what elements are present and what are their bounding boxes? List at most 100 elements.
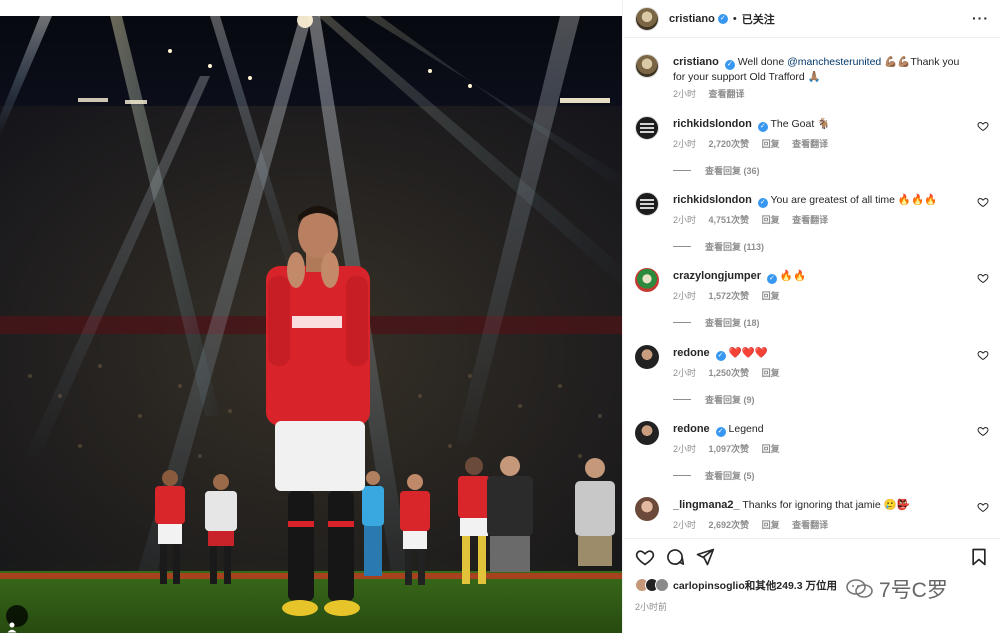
post-actions-bar: [623, 538, 1000, 572]
comment-text: Legend: [728, 423, 764, 435]
verified-badge-icon: ✓: [757, 122, 768, 132]
caption-avatar[interactable]: [635, 54, 659, 78]
heart-icon[interactable]: [977, 196, 989, 208]
comment-item: richkidslondon ✓ The Goat 🐐 2小时 2,720次赞 …: [635, 116, 989, 186]
replies-line: [673, 475, 691, 476]
caption: cristiano ✓ Well done @manchesterunited …: [635, 54, 989, 104]
commenter-avatar[interactable]: [635, 345, 659, 369]
commenter-avatar[interactable]: [635, 421, 659, 445]
comment-text: You are greatest of all time 🔥🔥🔥: [770, 194, 938, 206]
comment-body: _lingmana2_ Thanks for ignoring that jam…: [673, 498, 963, 513]
likes-rest[interactable]: 和其他249.3 万位用: [745, 580, 837, 592]
likes-user[interactable]: carlopinsoglio: [673, 580, 745, 592]
comment-reply-button[interactable]: 回复: [762, 139, 780, 149]
follow-status-button[interactable]: 已关注: [742, 11, 775, 27]
post-photo[interactable]: [0, 0, 622, 633]
heart-icon[interactable]: [977, 349, 989, 361]
post-header: cristiano ✓ • 已关注 ···: [623, 0, 1000, 38]
comment-username[interactable]: _lingmana2_: [673, 499, 740, 511]
comment-text: 🔥🔥: [779, 270, 807, 282]
heart-icon[interactable]: [977, 501, 989, 513]
commenter-avatar[interactable]: [635, 192, 659, 216]
author-username[interactable]: cristiano: [669, 13, 715, 25]
bookmark-icon[interactable]: [969, 547, 989, 567]
user-tag-icon: [7, 622, 17, 633]
comment-translate-link[interactable]: 查看翻译: [792, 215, 828, 225]
user-tag-button[interactable]: [6, 605, 28, 633]
watermark-text: 7号C罗: [879, 579, 948, 602]
comment-item: richkidslondon ✓ You are greatest of all…: [635, 192, 989, 262]
replies-line: [673, 170, 691, 171]
comment-likes-count[interactable]: 4,751次赞: [709, 215, 750, 225]
liker-avatar: [655, 578, 669, 592]
more-horizontal-icon[interactable]: ···: [972, 10, 989, 26]
comment-likes-count[interactable]: 1,572次赞: [709, 291, 750, 301]
comment-likes-count[interactable]: 1,250次赞: [709, 368, 750, 378]
comment-time: 2小时: [673, 291, 697, 301]
comment-body: redone ✓ ❤️❤️❤️: [673, 346, 963, 361]
comment-reply-button[interactable]: 回复: [762, 291, 780, 301]
caption-mention-link[interactable]: @manchesterunited: [787, 56, 881, 68]
likes-summary[interactable]: carlopinsoglio和其他249.3 万位用: [635, 575, 837, 595]
replies-line: [673, 322, 691, 323]
comment-username[interactable]: richkidslondon: [673, 118, 752, 130]
separator-dot: •: [732, 12, 737, 25]
caption-translate-link[interactable]: 查看翻译: [709, 89, 745, 99]
comment-translate-link[interactable]: 查看翻译: [792, 520, 828, 530]
heart-icon[interactable]: [977, 425, 989, 437]
comment-reply-button[interactable]: 回复: [762, 444, 780, 454]
heart-icon[interactable]: [977, 272, 989, 284]
verified-badge-icon: ✓: [715, 351, 726, 361]
replies-line: [673, 399, 691, 400]
view-replies-button[interactable]: 查看回复 (5): [673, 469, 755, 482]
share-icon[interactable]: [695, 547, 715, 567]
heart-icon[interactable]: [977, 120, 989, 132]
comment-reply-button[interactable]: 回复: [762, 520, 780, 530]
comment-translate-link[interactable]: 查看翻译: [792, 139, 828, 149]
view-replies-label: 查看回复 (5): [705, 471, 755, 481]
watermark: 7号C罗: [845, 574, 948, 604]
comment-username[interactable]: crazylongjumper: [673, 270, 761, 282]
comment-reply-button[interactable]: 回复: [762, 368, 780, 378]
comment-likes-count[interactable]: 2,720次赞: [709, 139, 750, 149]
comment-time: 2小时: [673, 215, 697, 225]
commenter-avatar[interactable]: [635, 497, 659, 521]
stadium-scene: [0, 16, 622, 633]
verified-badge-icon: ✓: [715, 427, 726, 437]
comment-meta: 2小时 1,572次赞 回复: [673, 289, 790, 302]
comment-time: 2小时: [673, 139, 697, 149]
comment-item: crazylongjumper ✓ 🔥🔥 2小时 1,572次赞 回复 查看回复…: [635, 268, 989, 338]
comment-meta: 2小时 1,097次赞 回复: [673, 442, 790, 455]
comment-time: 2小时: [673, 368, 697, 378]
view-replies-button[interactable]: 查看回复 (9): [673, 393, 755, 406]
comment-item: redone ✓ Legend 2小时 1,097次赞 回复 查看回复 (5): [635, 421, 989, 491]
comment-meta: 2小时 1,250次赞 回复: [673, 366, 790, 379]
comment-likes-count[interactable]: 2,692次赞: [709, 520, 750, 530]
heart-icon[interactable]: [635, 547, 655, 567]
replies-line: [673, 246, 691, 247]
comment-likes-count[interactable]: 1,097次赞: [709, 444, 750, 454]
comment-username[interactable]: redone: [673, 347, 710, 359]
wechat-logo-icon: [846, 579, 873, 598]
comment-username[interactable]: richkidslondon: [673, 194, 752, 206]
caption-time: 2小时: [673, 89, 697, 99]
comment-username[interactable]: redone: [673, 423, 710, 435]
verified-badge-icon: ✓: [757, 198, 768, 208]
comments-list[interactable]: cristiano ✓ Well done @manchesterunited …: [623, 38, 1000, 538]
comment-icon[interactable]: [665, 547, 685, 567]
view-replies-button[interactable]: 查看回复 (18): [673, 316, 760, 329]
view-replies-button[interactable]: 查看回复 (113): [673, 240, 764, 253]
view-replies-label: 查看回复 (9): [705, 395, 755, 405]
commenter-avatar[interactable]: [635, 268, 659, 292]
commenter-avatar[interactable]: [635, 116, 659, 140]
comment-text: ❤️❤️❤️: [728, 347, 768, 359]
comment-body: richkidslondon ✓ You are greatest of all…: [673, 193, 963, 208]
comment-reply-button[interactable]: 回复: [762, 215, 780, 225]
comment-body: crazylongjumper ✓ 🔥🔥: [673, 269, 963, 284]
view-replies-button[interactable]: 查看回复 (36): [673, 164, 760, 177]
caption-meta: 2小时 查看翻译: [673, 87, 755, 100]
caption-username[interactable]: cristiano: [673, 56, 719, 68]
comment-text: Thanks for ignoring that jamie 🥲👺: [742, 499, 910, 511]
verified-badge-icon: ✓: [766, 274, 777, 284]
author-avatar[interactable]: [635, 6, 659, 31]
